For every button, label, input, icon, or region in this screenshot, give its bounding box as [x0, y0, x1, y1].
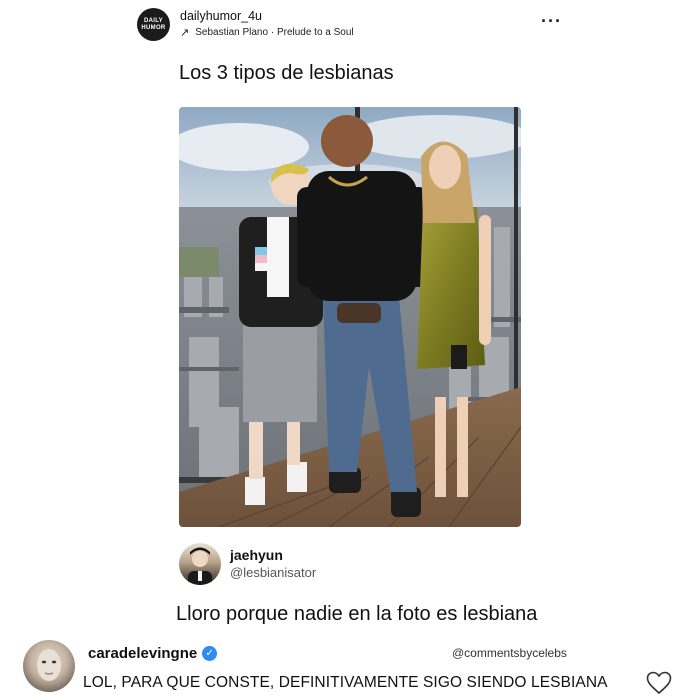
post-caption: Los 3 tipos de lesbianas	[179, 62, 394, 84]
audio-info[interactable]: ↗ Sebastian Plano · Prelude to a Soul	[180, 27, 354, 38]
jaehyun-avatar[interactable]	[179, 543, 221, 585]
comment-username-row: caradelevingne ✓	[88, 645, 218, 662]
verified-badge-icon: ✓	[202, 646, 218, 661]
avatar-illustration	[188, 547, 212, 585]
reply-card: jaehyun @lesbianisator	[179, 541, 509, 587]
arrow-up-right-icon: ↗	[180, 26, 190, 39]
dailyhumor-avatar[interactable]: DAILY HUMOR	[137, 8, 170, 41]
audio-label: Sebastian Plano · Prelude to a Soul	[195, 27, 354, 38]
avatar-illustration	[37, 649, 61, 681]
photo-illustration	[179, 107, 521, 527]
caradelevingne-avatar[interactable]	[23, 640, 75, 692]
heart-outline-icon[interactable]	[646, 671, 672, 695]
comment-row: caradelevingne ✓ @commentsbycelebs LOL, …	[20, 640, 680, 698]
avatar-logo-text: DAILY HUMOR	[141, 17, 166, 31]
comment-text: LOL, PARA QUE CONSTE, DEFINITIVAMENTE SI…	[83, 674, 608, 691]
more-options-icon[interactable]: ···	[541, 11, 562, 32]
post-header: DAILY HUMOR dailyhumor_4u ↗ Sebastian Pl…	[137, 7, 577, 47]
reply-username[interactable]: jaehyun	[230, 547, 283, 563]
watermark-source: @commentsbycelebs	[452, 646, 567, 660]
comment-username[interactable]: caradelevingne	[88, 645, 197, 662]
post-username[interactable]: dailyhumor_4u	[180, 9, 262, 23]
post-photo	[179, 107, 521, 527]
reply-text: Lloro porque nadie en la foto es lesbian…	[176, 603, 538, 625]
reply-handle[interactable]: @lesbianisator	[230, 565, 316, 580]
